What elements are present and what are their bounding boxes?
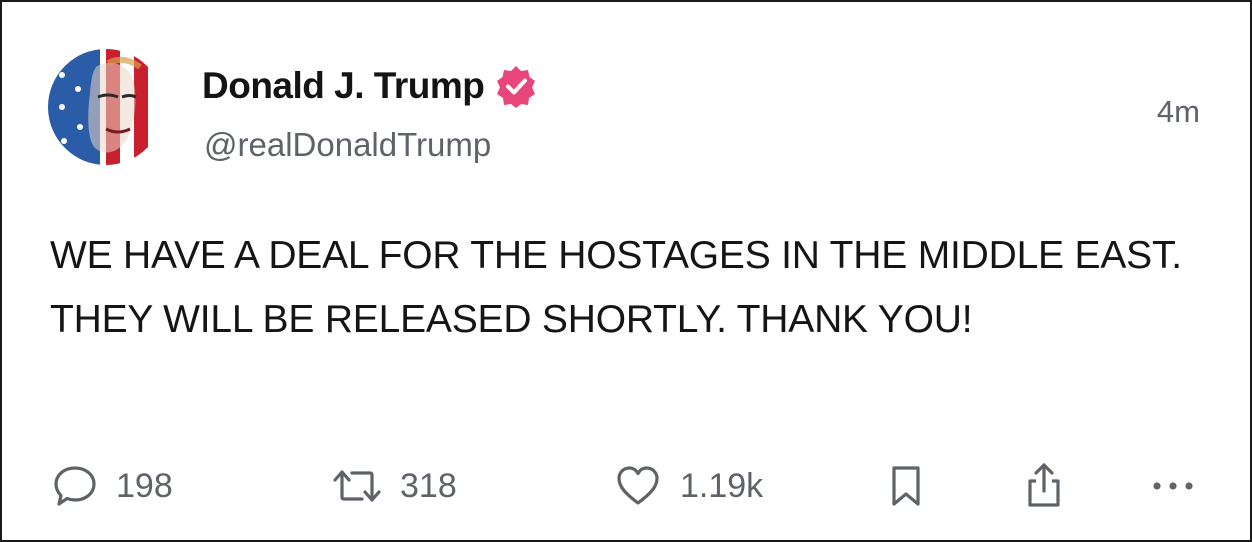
like-button[interactable]: 1.19k	[614, 454, 763, 518]
repost-count: 318	[400, 466, 457, 505]
share-icon	[1022, 461, 1066, 511]
more-options-button[interactable]	[1148, 454, 1198, 518]
author-handle[interactable]: @realDonaldTrump	[204, 126, 491, 164]
bookmark-icon	[886, 463, 926, 509]
like-count: 1.19k	[680, 466, 764, 505]
post-timestamp[interactable]: 4m	[1157, 94, 1200, 130]
more-dots-icon	[1148, 476, 1198, 496]
author-avatar[interactable]	[48, 49, 164, 165]
post-text: WE HAVE A DEAL FOR THE HOSTAGES IN THE M…	[50, 234, 1182, 341]
author-name-row: Donald J. Trump	[202, 64, 538, 108]
post-actions: 198 318 1.19k	[2, 454, 1250, 518]
flag-portrait-avatar-icon	[48, 49, 164, 165]
share-button[interactable]	[1022, 454, 1066, 518]
bookmark-button[interactable]	[886, 454, 926, 518]
reply-bubble-icon	[52, 463, 98, 509]
post-card: Donald J. Trump @realDonaldTrump 4m WE H…	[0, 0, 1252, 542]
repost-arrows-icon	[332, 463, 382, 509]
repost-button[interactable]: 318	[332, 454, 457, 518]
verified-badge-icon	[494, 64, 538, 108]
reply-button[interactable]: 198	[52, 454, 173, 518]
author-display-name[interactable]: Donald J. Trump	[202, 65, 485, 107]
reply-count: 198	[116, 466, 173, 505]
heart-icon	[614, 463, 662, 509]
